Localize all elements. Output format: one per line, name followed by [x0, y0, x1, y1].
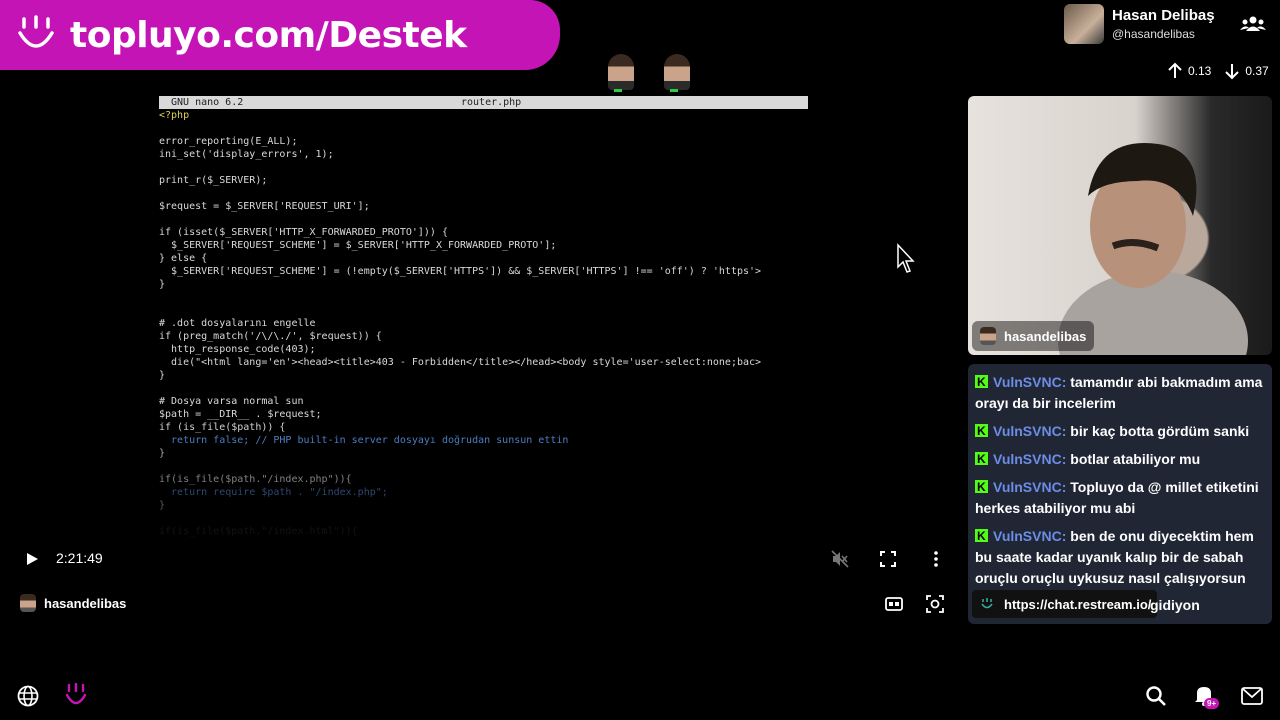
mouse-cursor-icon — [897, 243, 915, 273]
webcam-label: hasandelibas — [972, 321, 1095, 351]
fullscreen-button[interactable] — [876, 548, 900, 570]
code-line: die("<html lang='en'><head><title>403 - … — [159, 357, 762, 368]
chat-username[interactable]: VulnSVNC: — [993, 451, 1066, 467]
code-line: $request = $_SERVER['REQUEST_URI']; — [159, 201, 370, 212]
channel-name: hasandelibas — [44, 595, 127, 611]
muted-speaker-icon — [831, 550, 849, 568]
chat-text: botlar atabiliyor mu — [1066, 451, 1201, 467]
viewer-avatar — [608, 54, 634, 92]
viewer-avatars — [608, 54, 690, 92]
code-line: } else { — [159, 253, 208, 264]
code-line: $path = __DIR__ . $request; — [159, 409, 322, 420]
code-line: ini_set('display_errors', 1); — [159, 149, 334, 160]
webcam-label-name: hasandelibas — [1004, 328, 1087, 344]
editor-filename: router.php — [461, 97, 522, 108]
upload-value: 0.13 — [1188, 64, 1212, 78]
theater-mode-icon — [885, 597, 903, 611]
support-banner: topluyo.com/Destek — [0, 0, 560, 70]
editor-version: GNU nano 6.2 — [171, 97, 244, 108]
code-line: # Dosya varsa normal sun — [159, 396, 304, 407]
code-line: <?php — [159, 110, 190, 121]
fullscreen-icon — [880, 551, 896, 567]
profile-handle: @hasandelibas — [1112, 27, 1195, 41]
chat-username[interactable]: VulnSVNC: — [993, 423, 1066, 439]
streamer-profile[interactable]: Hasan Delibaş @hasandelibas — [1064, 4, 1215, 44]
chat-username[interactable]: VulnSVNC: — [993, 374, 1066, 390]
more-options-button[interactable] — [926, 548, 946, 570]
users-icon[interactable] — [1240, 14, 1266, 34]
network-stats: 0.13 0.37 — [1166, 62, 1269, 80]
kebab-menu-icon — [934, 551, 938, 567]
chat-message: VulnSVNC: Topluyo da @ millet etiketini … — [975, 477, 1264, 519]
play-icon — [27, 553, 38, 565]
chat-message: VulnSVNC: ben de onu diyecektim hem bu s… — [975, 526, 1264, 589]
code-line: $_SERVER['REQUEST_SCHEME'] = $_SERVER['H… — [159, 240, 557, 251]
webcam-label-avatar — [980, 327, 996, 345]
chat-username[interactable]: VulnSVNC: — [993, 479, 1066, 495]
search-icon[interactable] — [1145, 685, 1167, 707]
arrow-down-icon — [1225, 64, 1240, 80]
theater-mode-button[interactable] — [882, 593, 906, 615]
screenshot-button[interactable] — [923, 593, 947, 615]
webcam-feed: hasandelibas — [968, 96, 1272, 355]
viewer-avatar — [664, 54, 690, 92]
chat-panel: VulnSVNC: tamamdır abi bakmadım ama oray… — [968, 364, 1272, 624]
kick-platform-icon — [975, 372, 988, 393]
chat-username[interactable]: VulnSVNC: — [993, 528, 1066, 544]
chat-text: bir kaç botta gördüm sanki — [1066, 423, 1250, 439]
kick-platform-icon — [975, 449, 988, 470]
code-line: if (isset($_SERVER['HTTP_X_FORWARDED_PRO… — [159, 227, 448, 238]
kick-platform-icon — [975, 421, 988, 442]
kick-platform-icon — [975, 477, 988, 498]
code-line: # .dot dosyalarını engelle — [159, 318, 316, 329]
topluyo-home-icon[interactable] — [64, 683, 88, 709]
profile-name: Hasan Delibaş — [1112, 7, 1215, 24]
chat-url: https://chat.restream.io/ — [1004, 596, 1152, 612]
restream-icon — [981, 598, 993, 609]
channel-link[interactable]: hasandelibas — [20, 594, 126, 612]
chat-message: VulnSVNC: bir kaç botta gördüm sanki — [975, 421, 1264, 442]
mute-button[interactable] — [828, 548, 852, 570]
banner-url-text: topluyo.com/Destek — [70, 14, 467, 56]
code-line: } — [159, 279, 166, 290]
code-line: http_response_code(403); — [159, 344, 316, 355]
profile-avatar — [1064, 4, 1104, 44]
channel-avatar — [20, 594, 36, 612]
code-line: error_reporting(E_ALL); — [159, 136, 298, 147]
code-line: if (preg_match('/\/\./', $request)) { — [159, 331, 382, 342]
chat-message: VulnSVNC: botlar atabiliyor mu — [975, 449, 1264, 470]
play-button[interactable] — [22, 549, 42, 569]
topluyo-logo-icon — [18, 15, 54, 48]
arrow-up-icon — [1168, 62, 1182, 78]
code-line: } — [159, 370, 166, 381]
nano-editor: GNU nano 6.2 router.php <?php error_repor… — [159, 96, 808, 541]
chat-overflow-text: gidiyon — [1150, 597, 1200, 613]
chat-message: VulnSVNC: tamamdır abi bakmadım ama oray… — [975, 372, 1264, 414]
playback-time: 2:21:49 — [56, 550, 103, 566]
screenshot-focus-icon — [926, 595, 944, 613]
code-line: $_SERVER['REQUEST_SCHEME'] = (!empty($_S… — [159, 266, 762, 277]
code-line: print_r($_SERVER); — [159, 175, 268, 186]
video-fade-overlay — [159, 421, 808, 541]
chat-url-pill[interactable]: https://chat.restream.io/ — [972, 590, 1158, 618]
download-value: 0.37 — [1245, 64, 1269, 78]
nano-title-bar: GNU nano 6.2 router.php — [159, 96, 808, 109]
mail-icon[interactable] — [1241, 687, 1263, 705]
notification-badge: 9+ — [1204, 698, 1220, 709]
globe-icon[interactable] — [17, 685, 39, 707]
kick-platform-icon — [975, 526, 988, 547]
